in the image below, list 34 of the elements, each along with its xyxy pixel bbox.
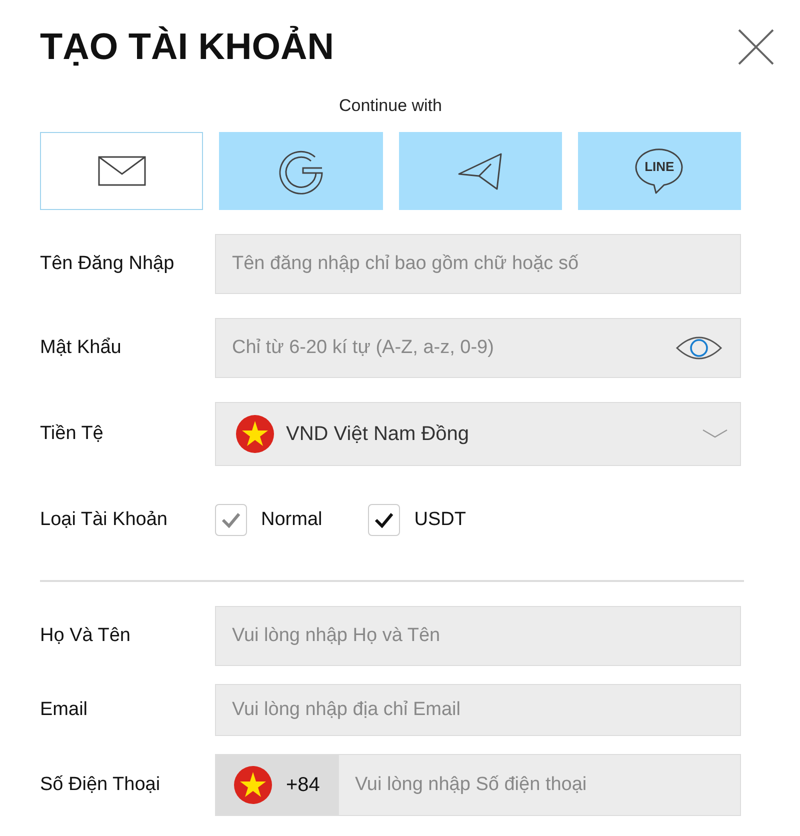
page-title: TẠO TÀI KHOẢN xyxy=(40,26,334,68)
field-label: Loại Tài Khoản xyxy=(40,509,168,531)
email-login-button[interactable] xyxy=(40,132,204,210)
input-field[interactable]: Vui lòng nhập Họ và Tên xyxy=(215,606,741,666)
eye-icon[interactable] xyxy=(675,335,723,361)
phone-field[interactable]: Vui lòng nhập Số điện thoại xyxy=(338,754,741,816)
flag-icon xyxy=(236,415,274,453)
field-label: Họ Và Tên xyxy=(40,625,132,647)
check-icon xyxy=(374,512,394,528)
envelope-icon xyxy=(98,156,146,186)
checkbox-label: Normal xyxy=(261,509,322,531)
field-label: Tên Đăng Nhập xyxy=(40,253,176,275)
close-icon[interactable] xyxy=(737,28,775,66)
flag-icon xyxy=(234,766,272,804)
checkbox-label: USDT xyxy=(414,509,466,531)
currency-select[interactable]: VND Việt Nam Đồng xyxy=(215,402,741,466)
password-field[interactable]: Chỉ từ 6-20 kí tự (A-Z, a-z, 0-9) xyxy=(215,318,741,378)
check-icon xyxy=(221,512,241,528)
field-label: Mật Khẩu xyxy=(40,337,122,359)
currency-value: VND Việt Nam Đồng xyxy=(286,422,470,446)
google-login-button[interactable] xyxy=(219,132,382,210)
field-label: Tiền Tệ xyxy=(40,423,104,445)
country-code: +84 xyxy=(286,774,320,796)
field-label: Số Điện Thoại xyxy=(40,774,162,796)
chevron-down-icon xyxy=(702,429,728,439)
paper-plane-icon xyxy=(457,152,504,190)
line-chat-icon: LINE xyxy=(634,147,684,195)
field-label: Email xyxy=(40,699,89,721)
checkbox[interactable] xyxy=(368,504,400,536)
country-code-selector[interactable]: +84 xyxy=(215,754,338,816)
input-field[interactable]: Tên đăng nhập chỉ bao gồm chữ hoặc số xyxy=(215,234,741,294)
input-field[interactable]: Vui lòng nhập địa chỉ Email xyxy=(215,684,741,736)
line-login-button[interactable]: LINE xyxy=(578,132,741,210)
continue-with-label: Continue with xyxy=(338,96,443,116)
